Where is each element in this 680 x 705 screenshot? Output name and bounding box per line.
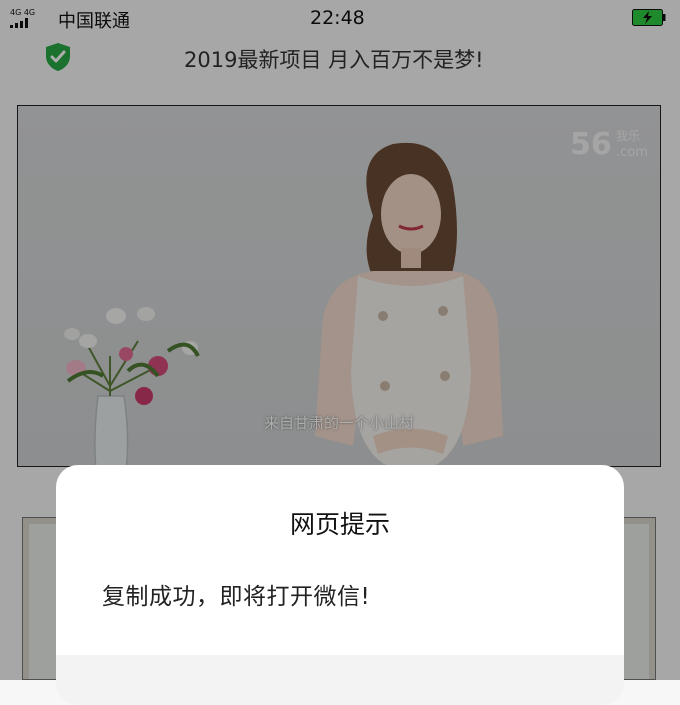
dialog-title: 网页提示 (289, 510, 390, 539)
dialog-message: 复制成功，即将打开微信! (102, 584, 371, 610)
alert-dialog: 网页提示 复制成功，即将打开微信! (56, 465, 624, 705)
dialog-button-area[interactable] (56, 655, 624, 705)
